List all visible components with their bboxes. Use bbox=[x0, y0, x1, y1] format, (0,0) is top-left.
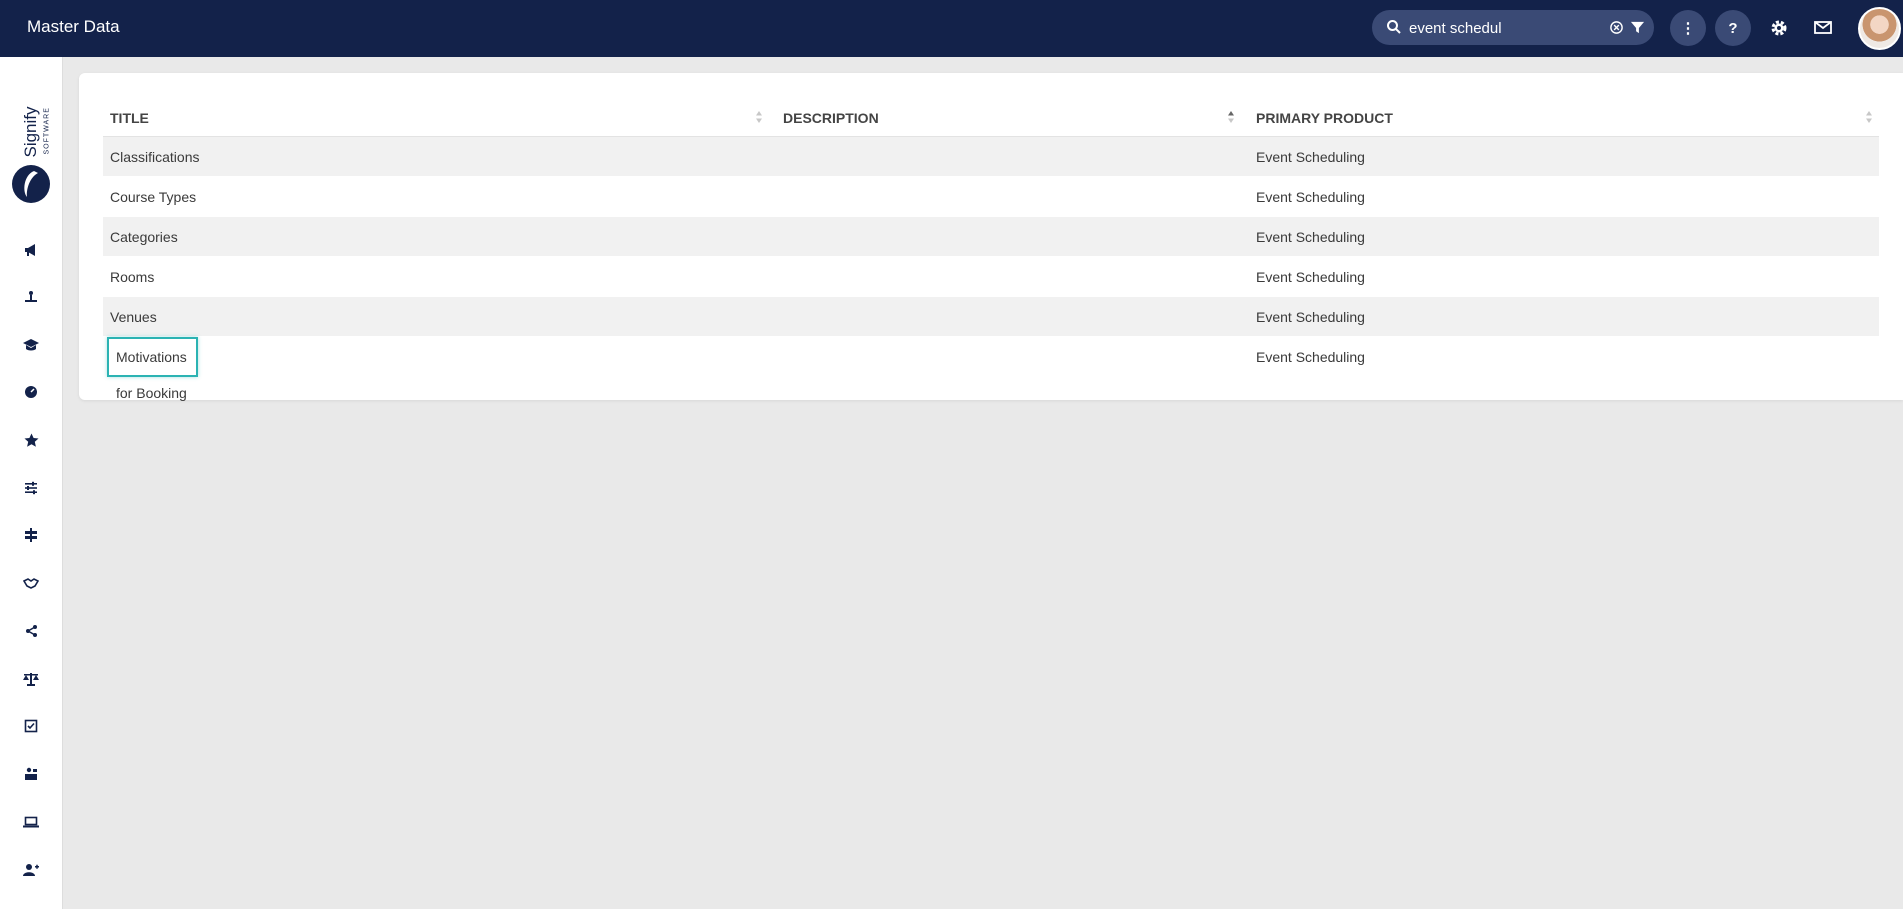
sidebar-item-tasks[interactable] bbox=[21, 716, 41, 736]
search-input[interactable] bbox=[1409, 16, 1599, 40]
sort-icon[interactable] bbox=[1865, 110, 1873, 124]
logo-subtext: SOFTWARE bbox=[43, 107, 51, 155]
top-bar: Master Data ⋮ ? bbox=[0, 0, 1903, 57]
table-header: TITLE DESCRIPTION PRIMARY PRODUCT bbox=[103, 97, 1879, 137]
cell-title[interactable]: Categories bbox=[110, 217, 178, 257]
star-icon bbox=[24, 433, 38, 447]
balance-scale-icon bbox=[23, 673, 39, 686]
cell-primary-product: Event Scheduling bbox=[1256, 349, 1365, 365]
table-row[interactable]: Venues Event Scheduling bbox=[103, 297, 1879, 337]
sidebar-item-presenter[interactable] bbox=[21, 287, 41, 307]
logo-text: Signify bbox=[21, 106, 40, 158]
cell-title[interactable]: Course Types bbox=[110, 177, 196, 217]
column-header-description[interactable]: DESCRIPTION bbox=[783, 97, 879, 137]
table-row[interactable]: Classifications Event Scheduling bbox=[103, 137, 1879, 177]
sidebar-item-network[interactable] bbox=[21, 621, 41, 641]
sidebar-item-announcements[interactable] bbox=[21, 240, 41, 260]
settings-button[interactable] bbox=[1765, 14, 1793, 42]
presenter-icon bbox=[25, 291, 37, 302]
sort-icon[interactable] bbox=[755, 110, 763, 124]
handshake-icon bbox=[23, 578, 39, 589]
cell-primary-product: Event Scheduling bbox=[1256, 309, 1365, 325]
sidebar-item-courses[interactable] bbox=[21, 335, 41, 355]
cell-title[interactable]: Rooms bbox=[110, 257, 154, 297]
clear-circle-icon[interactable] bbox=[1609, 20, 1624, 35]
cell-title[interactable]: Classifications bbox=[110, 137, 199, 177]
table-row[interactable]: Course Types Event Scheduling bbox=[103, 177, 1879, 217]
filter-icon[interactable] bbox=[1630, 20, 1645, 35]
person-desk-icon bbox=[25, 767, 37, 780]
sidebar-item-directions[interactable] bbox=[21, 525, 41, 545]
table-row[interactable]: Motivations for Booking Event Scheduling bbox=[103, 337, 1879, 401]
sidebar-item-favourites[interactable] bbox=[21, 430, 41, 450]
focused-cell-outline[interactable]: Motivations for Booking bbox=[107, 337, 198, 401]
megaphone-icon bbox=[25, 244, 35, 256]
gear-icon bbox=[1771, 20, 1787, 36]
signify-logo[interactable]: Signify SOFTWARE bbox=[10, 87, 54, 203]
more-options-button[interactable]: ⋮ bbox=[1670, 10, 1706, 46]
gauge-icon bbox=[25, 386, 37, 398]
sidebar-item-partners[interactable] bbox=[21, 573, 41, 593]
sliders-icon bbox=[25, 481, 37, 495]
sidebar: Signify SOFTWARE bbox=[0, 57, 63, 909]
network-icon bbox=[26, 625, 37, 637]
sidebar-item-compliance[interactable] bbox=[21, 669, 41, 689]
avatar[interactable] bbox=[1858, 7, 1901, 50]
laptop-icon bbox=[23, 816, 39, 828]
cell-primary-product: Event Scheduling bbox=[1256, 229, 1365, 245]
cell-title[interactable]: Venues bbox=[110, 297, 157, 337]
logo-mark bbox=[12, 165, 50, 203]
messages-button[interactable] bbox=[1809, 14, 1837, 42]
search-box[interactable] bbox=[1372, 10, 1654, 45]
master-data-card: TITLE DESCRIPTION PRIMARY PRODUCT Classi… bbox=[79, 73, 1903, 401]
sidebar-item-dashboard[interactable] bbox=[21, 382, 41, 402]
graduation-cap-icon bbox=[23, 339, 39, 351]
mail-icon bbox=[1814, 21, 1832, 34]
signpost-icon bbox=[25, 528, 37, 542]
sidebar-item-settings[interactable] bbox=[21, 478, 41, 498]
table-row[interactable]: Categories Event Scheduling bbox=[103, 217, 1879, 257]
table-row[interactable]: Rooms Event Scheduling bbox=[103, 257, 1879, 297]
search-icon bbox=[1387, 20, 1401, 34]
cell-primary-product: Event Scheduling bbox=[1256, 269, 1365, 285]
column-header-title[interactable]: TITLE bbox=[110, 97, 149, 137]
add-user-icon bbox=[23, 864, 39, 876]
master-data-table: TITLE DESCRIPTION PRIMARY PRODUCT Classi… bbox=[103, 97, 1879, 401]
column-header-primary-product[interactable]: PRIMARY PRODUCT bbox=[1256, 97, 1393, 137]
sidebar-item-learners[interactable] bbox=[21, 764, 41, 784]
sidebar-item-elearning[interactable] bbox=[21, 812, 41, 832]
app-title: Master Data bbox=[27, 17, 120, 36]
checklist-icon bbox=[24, 719, 38, 733]
cell-primary-product: Event Scheduling bbox=[1256, 189, 1365, 205]
sort-ascending-icon[interactable] bbox=[1227, 110, 1235, 124]
sidebar-item-add-user[interactable] bbox=[21, 860, 41, 880]
cell-primary-product: Event Scheduling bbox=[1256, 149, 1365, 165]
help-button[interactable]: ? bbox=[1715, 10, 1751, 46]
